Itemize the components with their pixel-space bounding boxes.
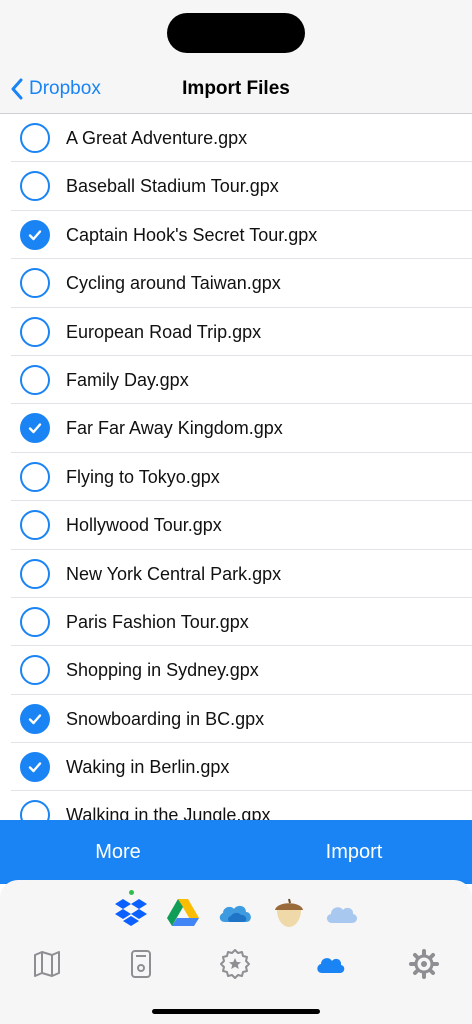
file-name: Baseball Stadium Tour.gpx — [66, 176, 279, 197]
file-name: Waking in Berlin.gpx — [66, 757, 230, 778]
selection-checkbox[interactable] — [20, 558, 50, 589]
file-name: Shopping in Sydney.gpx — [66, 660, 259, 681]
selection-checkbox[interactable] — [20, 364, 50, 395]
icloud-icon — [326, 907, 358, 923]
file-name: Captain Hook's Secret Tour.gpx — [66, 224, 318, 245]
file-name: European Road Trip.gpx — [66, 321, 262, 342]
source-google-drive[interactable] — [165, 896, 201, 930]
onedrive-icon — [219, 905, 251, 922]
tab-settings[interactable] — [406, 946, 442, 982]
file-row[interactable]: Shopping in Sydney.gpx — [0, 646, 472, 696]
file-name: Hollywood Tour.gpx — [66, 515, 222, 536]
dropbox-icon — [115, 899, 147, 926]
checkmark-icon — [28, 713, 42, 724]
acorn-icon — [275, 898, 303, 927]
source-acorn[interactable] — [271, 896, 307, 930]
file-name: Paris Fashion Tour.gpx — [66, 611, 249, 632]
selection-checkbox[interactable] — [20, 800, 50, 820]
file-name: A Great Adventure.gpx — [66, 128, 248, 148]
file-row[interactable]: Snowboarding in BC.gpx — [0, 695, 472, 744]
file-name: Flying to Tokyo.gpx — [66, 466, 220, 487]
file-name: Cycling around Taiwan.gpx — [66, 273, 281, 294]
selection-checkbox[interactable] — [20, 268, 50, 299]
file-row[interactable]: Far Far Away Kingdom.gpx — [0, 404, 472, 454]
file-list[interactable]: A Great Adventure.gpx Baseball Stadium To… — [0, 114, 472, 820]
file-row[interactable]: Paris Fashion Tour.gpx — [0, 598, 472, 647]
import-button[interactable]: Import — [236, 820, 472, 884]
source-picker — [0, 890, 472, 932]
tab-device[interactable] — [123, 946, 159, 982]
home-indicator — [152, 1009, 320, 1014]
google-drive-icon — [167, 899, 199, 926]
checkmark-icon — [28, 762, 42, 773]
bottom-panel — [0, 880, 472, 1024]
selection-checkbox[interactable] — [20, 606, 50, 637]
file-row[interactable]: Captain Hook's Secret Tour.gpx — [0, 211, 472, 260]
source-dropbox[interactable] — [113, 890, 149, 930]
file-name: New York Central Park.gpx — [66, 563, 282, 584]
file-row[interactable]: Cycling around Taiwan.gpx — [0, 259, 472, 308]
tab-bar — [0, 946, 472, 986]
map-icon — [34, 951, 60, 977]
selection-checkbox[interactable] — [20, 461, 50, 492]
selection-checkbox[interactable] — [20, 510, 50, 541]
file-row[interactable]: Flying to Tokyo.gpx — [0, 453, 472, 502]
selection-checkbox[interactable] — [20, 219, 50, 250]
selection-checkbox[interactable] — [20, 703, 50, 734]
selection-checkbox[interactable] — [20, 171, 50, 202]
source-icloud[interactable] — [323, 896, 359, 930]
action-bar: More Import — [0, 820, 472, 884]
checkmark-icon — [28, 423, 42, 434]
cloud-icon — [317, 958, 345, 973]
status-bar — [0, 0, 472, 62]
device-icon — [131, 950, 151, 978]
file-row[interactable]: European Road Trip.gpx — [0, 308, 472, 357]
selection-checkbox[interactable] — [20, 316, 50, 347]
file-name: Far Far Away Kingdom.gpx — [66, 418, 283, 439]
file-name: Snowboarding in BC.gpx — [66, 708, 265, 729]
navigation-bar: Dropbox Import Files — [0, 62, 472, 114]
selection-checkbox[interactable] — [20, 752, 50, 783]
file-row[interactable]: Waking in Berlin.gpx — [0, 743, 472, 792]
file-name: Family Day.gpx — [66, 369, 189, 390]
selection-checkbox[interactable] — [20, 123, 50, 153]
selection-checkbox[interactable] — [20, 655, 50, 686]
gear-icon — [409, 949, 439, 979]
file-row[interactable]: Baseball Stadium Tour.gpx — [0, 162, 472, 212]
file-row[interactable]: Walking in the Jungle.gpx — [0, 791, 472, 820]
file-row[interactable]: Hollywood Tour.gpx — [0, 501, 472, 550]
file-row[interactable]: New York Central Park.gpx — [0, 550, 472, 599]
source-onedrive[interactable] — [217, 896, 253, 930]
checkmark-icon — [28, 230, 42, 240]
dynamic-island — [167, 13, 305, 53]
selection-checkbox[interactable] — [20, 413, 50, 444]
file-row[interactable]: Family Day.gpx — [0, 356, 472, 405]
tab-cloud[interactable] — [312, 946, 348, 982]
active-source-indicator — [129, 890, 134, 895]
more-button[interactable]: More — [0, 820, 236, 884]
file-row[interactable]: A Great Adventure.gpx — [0, 114, 472, 163]
page-title: Import Files — [182, 78, 290, 99]
badge-icon — [220, 949, 250, 979]
file-name: Walking in the Jungle.gpx — [66, 805, 271, 820]
tab-badge[interactable] — [217, 946, 253, 982]
tab-map[interactable] — [29, 946, 65, 982]
